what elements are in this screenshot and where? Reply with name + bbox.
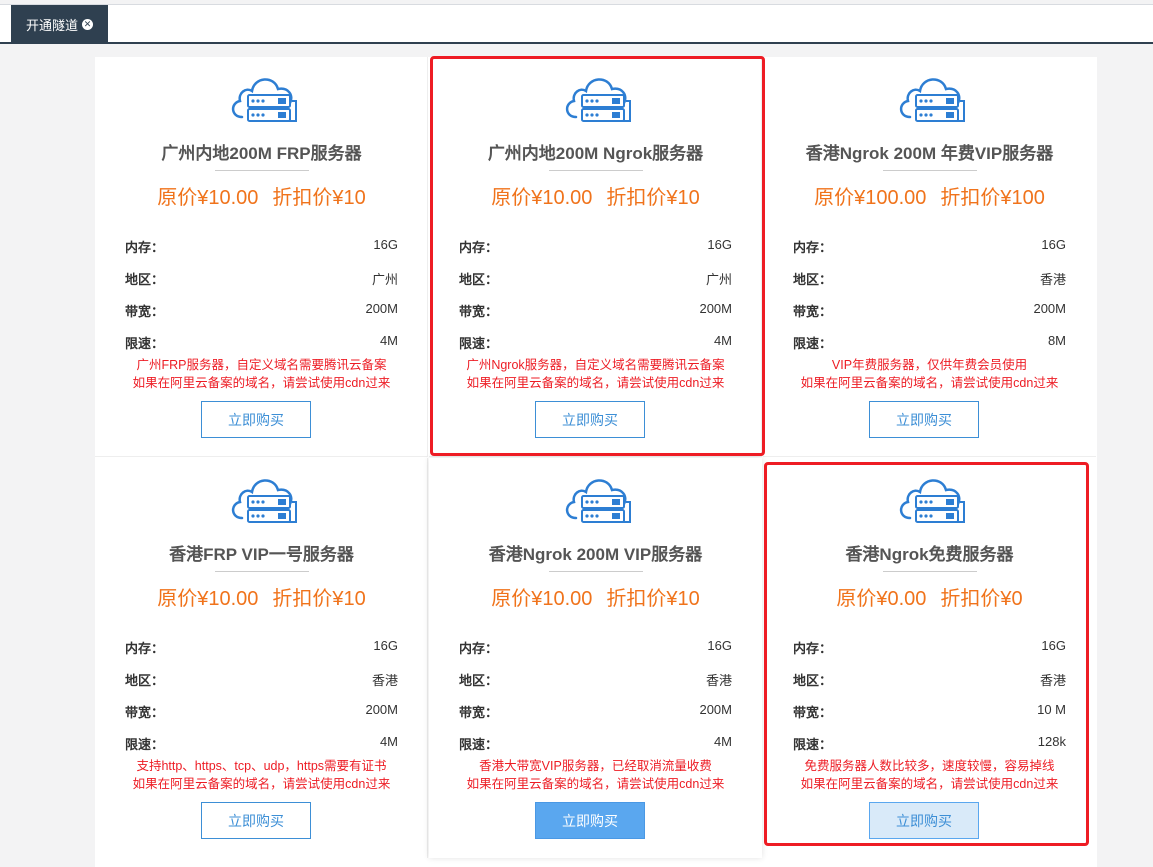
- spec-label: 带宽：: [125, 304, 165, 319]
- cloud-server-icon: [562, 474, 634, 526]
- original-price: 原价¥10.00: [157, 187, 259, 209]
- spec-label: 带宽：: [459, 705, 499, 720]
- discount-price: 折扣价¥100: [940, 187, 1045, 209]
- spec-speed-limit: 限速： 4M: [125, 333, 398, 352]
- spec-label: 限速：: [125, 336, 165, 351]
- card-title: 香港Ngrok 200M VIP服务器: [488, 545, 703, 564]
- spec-value: 16G: [707, 638, 732, 653]
- spec-label: 内存：: [125, 641, 165, 656]
- spec-value: 香港: [705, 673, 732, 688]
- price-row: 原价¥10.00 折扣价¥10: [95, 582, 428, 611]
- note-line: 如果在阿里云备案的域名，请尝试使用cdn过来: [800, 376, 1059, 390]
- original-price: 原价¥100.00: [814, 187, 927, 209]
- highlight-box: [430, 56, 765, 456]
- spec-value: 4M: [379, 734, 398, 749]
- spec-value: 4M: [379, 333, 398, 348]
- buy-now-button[interactable]: 立即购买: [201, 802, 311, 839]
- spec-value: 8M: [1047, 333, 1066, 348]
- highlight-box: [764, 462, 1089, 846]
- discount-price: 折扣价¥10: [606, 588, 700, 610]
- spec-label: 地区：: [125, 272, 165, 287]
- buy-now-button[interactable]: 立即购买: [535, 802, 645, 839]
- spec-speed-limit: 限速： 4M: [125, 734, 398, 753]
- title-divider: [215, 571, 309, 572]
- title-divider: [883, 170, 977, 171]
- spec-value: 4M: [713, 734, 732, 749]
- note-line: 支持http、https、tcp、udp，https需要有证书: [136, 759, 387, 773]
- spec-value: 200M: [365, 702, 398, 717]
- price-row: 原价¥10.00 折扣价¥10: [95, 181, 428, 210]
- cloud-server-icon: [896, 73, 968, 125]
- card-title: 香港FRP VIP一号服务器: [169, 545, 354, 564]
- close-icon[interactable]: ✕: [82, 19, 93, 30]
- discount-price: 折扣价¥10: [272, 187, 366, 209]
- spec-value: 200M: [1033, 301, 1066, 316]
- spec-memory: 内存： 16G: [125, 638, 398, 657]
- spec-memory: 内存： 16G: [459, 638, 732, 657]
- title-divider: [215, 170, 309, 171]
- spec-bandwidth: 带宽： 200M: [125, 702, 398, 721]
- server-card: 香港Ngrok 200M VIP服务器 原价¥10.00 折扣价¥10 内存： 16…: [429, 458, 762, 858]
- note-line: 香港大带宽VIP服务器，已经取消流量收费: [479, 759, 712, 773]
- spec-bandwidth: 带宽： 200M: [459, 702, 732, 721]
- spec-value: 200M: [365, 301, 398, 316]
- spec-label: 地区：: [125, 673, 165, 688]
- tab-label: 开通隧道: [25, 18, 78, 33]
- note-line: 如果在阿里云备案的域名，请尝试使用cdn过来: [132, 376, 391, 390]
- card-note: 支持http、https、tcp、udp，https需要有证书 如果在阿里云备案…: [95, 757, 428, 793]
- original-price: 原价¥10.00: [157, 588, 259, 610]
- spec-bandwidth: 带宽： 200M: [793, 301, 1066, 320]
- card-title: 广州内地200M FRP服务器: [161, 144, 362, 163]
- spec-region: 地区： 香港: [125, 670, 398, 689]
- spec-label: 内存：: [793, 240, 833, 255]
- card-note: 香港大带宽VIP服务器，已经取消流量收费 如果在阿里云备案的域名，请尝试使用cd…: [429, 757, 762, 793]
- spec-label: 带宽：: [793, 304, 833, 319]
- spec-bandwidth: 带宽： 200M: [125, 301, 398, 320]
- spec-label: 地区：: [793, 272, 833, 287]
- price-row: 原价¥100.00 折扣价¥100: [763, 181, 1096, 210]
- tab-open-tunnel[interactable]: 开通隧道 ✕: [11, 5, 108, 44]
- spec-speed-limit: 限速： 4M: [459, 734, 732, 753]
- note-line: VIP年费服务器，仅供年费会员使用: [831, 358, 1028, 372]
- title-divider: [549, 571, 643, 572]
- spec-memory: 内存： 16G: [125, 237, 398, 256]
- server-card: 香港FRP VIP一号服务器 原价¥10.00 折扣价¥10 内存： 16G 地区：…: [95, 458, 428, 858]
- card-note: VIP年费服务器，仅供年费会员使用 如果在阿里云备案的域名，请尝试使用cdn过来: [763, 356, 1096, 392]
- spec-region: 地区： 香港: [459, 670, 732, 689]
- spec-memory: 内存： 16G: [793, 237, 1066, 256]
- cloud-server-icon: [228, 474, 300, 526]
- spec-region: 地区： 香港: [793, 269, 1066, 288]
- spec-value: 香港: [371, 673, 398, 688]
- buy-now-button[interactable]: 立即购买: [869, 401, 979, 438]
- spec-value: 200M: [699, 702, 732, 717]
- note-line: 广州FRP服务器，自定义域名需要腾讯云备案: [136, 358, 387, 372]
- note-line: 如果在阿里云备案的域名，请尝试使用cdn过来: [132, 777, 391, 791]
- original-price: 原价¥10.00: [491, 588, 593, 610]
- spec-value: 16G: [373, 237, 398, 252]
- server-card: 广州内地200M FRP服务器 原价¥10.00 折扣价¥10 内存： 16G 地区…: [95, 57, 428, 457]
- spec-value: 香港: [1039, 272, 1066, 287]
- spec-label: 限速：: [459, 737, 499, 752]
- spec-label: 带宽：: [125, 705, 165, 720]
- spec-region: 地区： 广州: [125, 269, 398, 288]
- spec-speed-limit: 限速： 8M: [793, 333, 1066, 352]
- note-line: 如果在阿里云备案的域名，请尝试使用cdn过来: [466, 777, 725, 791]
- card-title: 香港Ngrok 200M 年费VIP服务器: [805, 144, 1054, 163]
- card-note: 广州FRP服务器，自定义域名需要腾讯云备案 如果在阿里云备案的域名，请尝试使用c…: [95, 356, 428, 392]
- discount-price: 折扣价¥10: [272, 588, 366, 610]
- spec-value: 16G: [1041, 237, 1066, 252]
- spec-label: 内存：: [125, 240, 165, 255]
- price-row: 原价¥10.00 折扣价¥10: [429, 582, 762, 611]
- server-card: 香港Ngrok 200M 年费VIP服务器 原价¥100.00 折扣价¥100 内…: [763, 57, 1096, 457]
- cloud-server-icon: [228, 73, 300, 125]
- buy-now-button[interactable]: 立即购买: [201, 401, 311, 438]
- spec-value: 16G: [373, 638, 398, 653]
- top-tab-bar: 开通隧道 ✕: [0, 4, 1153, 44]
- spec-label: 限速：: [125, 737, 165, 752]
- spec-label: 限速：: [793, 336, 833, 351]
- spec-label: 内存：: [459, 641, 499, 656]
- spec-value: 广州: [371, 272, 398, 287]
- spec-label: 地区：: [459, 673, 499, 688]
